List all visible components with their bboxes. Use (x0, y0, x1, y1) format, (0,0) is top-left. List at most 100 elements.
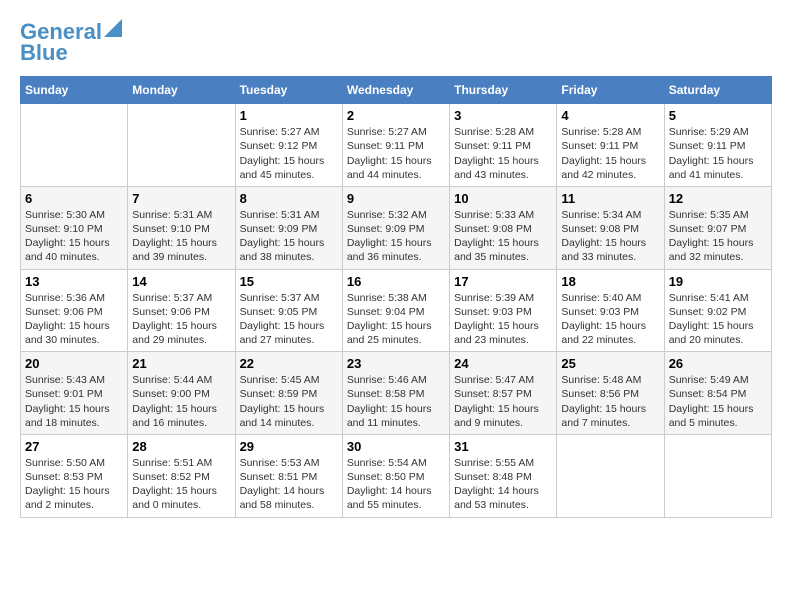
calendar-cell: 11 Sunrise: 5:34 AM Sunset: 9:08 PM Dayli… (557, 186, 664, 269)
calendar-cell: 25 Sunrise: 5:48 AM Sunset: 8:56 PM Dayli… (557, 352, 664, 435)
calendar-cell: 4 Sunrise: 5:28 AM Sunset: 9:11 PM Daylig… (557, 104, 664, 187)
calendar-week-1: 1 Sunrise: 5:27 AM Sunset: 9:12 PM Daylig… (21, 104, 772, 187)
calendar-cell: 16Sunrise: 5:38 AM Sunset: 9:04 PM Dayli… (342, 269, 449, 352)
calendar-cell: 19 Sunrise: 5:41 AM Sunset: 9:02 PM Dayli… (664, 269, 771, 352)
day-number: 18 (561, 274, 659, 289)
weekday-header-sunday: Sunday (21, 77, 128, 104)
calendar-cell: 30Sunrise: 5:54 AM Sunset: 8:50 PM Dayli… (342, 434, 449, 517)
day-info: Sunrise: 5:37 AM Sunset: 9:06 PM Dayligh… (132, 291, 230, 348)
day-number: 1 (240, 108, 338, 123)
day-info: Sunrise: 5:44 AM Sunset: 9:00 PM Dayligh… (132, 373, 230, 430)
day-number: 26 (669, 356, 767, 371)
calendar-cell: 6 Sunrise: 5:30 AM Sunset: 9:10 PM Daylig… (21, 186, 128, 269)
calendar-week-5: 27 Sunrise: 5:50 AM Sunset: 8:53 PM Dayli… (21, 434, 772, 517)
calendar-cell: 1 Sunrise: 5:27 AM Sunset: 9:12 PM Daylig… (235, 104, 342, 187)
day-number: 12 (669, 191, 767, 206)
day-info: Sunrise: 5:31 AM Sunset: 9:10 PM Dayligh… (132, 208, 230, 265)
calendar-week-3: 13 Sunrise: 5:36 AM Sunset: 9:06 PM Dayli… (21, 269, 772, 352)
day-info: Sunrise: 5:36 AM Sunset: 9:06 PM Dayligh… (25, 291, 123, 348)
day-number: 2 (347, 108, 445, 123)
calendar-body: 1 Sunrise: 5:27 AM Sunset: 9:12 PM Daylig… (21, 104, 772, 517)
day-number: 5 (669, 108, 767, 123)
day-info: Sunrise: 5:33 AM Sunset: 9:08 PM Dayligh… (454, 208, 552, 265)
day-number: 20 (25, 356, 123, 371)
weekday-header-thursday: Thursday (450, 77, 557, 104)
weekday-header-monday: Monday (128, 77, 235, 104)
day-number: 13 (25, 274, 123, 289)
weekday-header-friday: Friday (557, 77, 664, 104)
day-info: Sunrise: 5:31 AM Sunset: 9:09 PM Dayligh… (240, 208, 338, 265)
weekday-header-saturday: Saturday (664, 77, 771, 104)
calendar-table: SundayMondayTuesdayWednesdayThursdayFrid… (20, 76, 772, 517)
calendar-week-2: 6 Sunrise: 5:30 AM Sunset: 9:10 PM Daylig… (21, 186, 772, 269)
day-info: Sunrise: 5:32 AM Sunset: 9:09 PM Dayligh… (347, 208, 445, 265)
day-info: Sunrise: 5:41 AM Sunset: 9:02 PM Dayligh… (669, 291, 767, 348)
day-number: 21 (132, 356, 230, 371)
day-info: Sunrise: 5:40 AM Sunset: 9:03 PM Dayligh… (561, 291, 659, 348)
day-number: 15 (240, 274, 338, 289)
day-number: 4 (561, 108, 659, 123)
calendar-cell: 24Sunrise: 5:47 AM Sunset: 8:57 PM Dayli… (450, 352, 557, 435)
day-number: 25 (561, 356, 659, 371)
calendar-cell: 20 Sunrise: 5:43 AM Sunset: 9:01 PM Dayli… (21, 352, 128, 435)
day-number: 17 (454, 274, 552, 289)
day-number: 9 (347, 191, 445, 206)
day-info: Sunrise: 5:51 AM Sunset: 8:52 PM Dayligh… (132, 456, 230, 513)
day-number: 27 (25, 439, 123, 454)
logo-blue-text: Blue (20, 40, 68, 66)
logo-triangle-icon (104, 19, 122, 37)
day-info: Sunrise: 5:28 AM Sunset: 9:11 PM Dayligh… (454, 125, 552, 182)
calendar-cell (557, 434, 664, 517)
day-number: 24 (454, 356, 552, 371)
calendar-cell: 12 Sunrise: 5:35 AM Sunset: 9:07 PM Dayli… (664, 186, 771, 269)
day-number: 22 (240, 356, 338, 371)
day-info: Sunrise: 5:39 AM Sunset: 9:03 PM Dayligh… (454, 291, 552, 348)
day-info: Sunrise: 5:35 AM Sunset: 9:07 PM Dayligh… (669, 208, 767, 265)
calendar-cell (664, 434, 771, 517)
day-info: Sunrise: 5:50 AM Sunset: 8:53 PM Dayligh… (25, 456, 123, 513)
weekday-header-wednesday: Wednesday (342, 77, 449, 104)
day-info: Sunrise: 5:38 AM Sunset: 9:04 PM Dayligh… (347, 291, 445, 348)
day-number: 23 (347, 356, 445, 371)
calendar-cell: 15Sunrise: 5:37 AM Sunset: 9:05 PM Dayli… (235, 269, 342, 352)
day-info: Sunrise: 5:53 AM Sunset: 8:51 PM Dayligh… (240, 456, 338, 513)
calendar-cell: 13 Sunrise: 5:36 AM Sunset: 9:06 PM Dayli… (21, 269, 128, 352)
day-info: Sunrise: 5:27 AM Sunset: 9:12 PM Dayligh… (240, 125, 338, 182)
calendar-cell: 26Sunrise: 5:49 AM Sunset: 8:54 PM Dayli… (664, 352, 771, 435)
day-number: 3 (454, 108, 552, 123)
day-number: 29 (240, 439, 338, 454)
calendar-cell (128, 104, 235, 187)
day-info: Sunrise: 5:48 AM Sunset: 8:56 PM Dayligh… (561, 373, 659, 430)
calendar-cell: 29 Sunrise: 5:53 AM Sunset: 8:51 PM Dayli… (235, 434, 342, 517)
weekday-header-tuesday: Tuesday (235, 77, 342, 104)
calendar-cell: 10Sunrise: 5:33 AM Sunset: 9:08 PM Dayli… (450, 186, 557, 269)
calendar-cell: 7 Sunrise: 5:31 AM Sunset: 9:10 PM Daylig… (128, 186, 235, 269)
page-header: General Blue (20, 20, 772, 66)
day-info: Sunrise: 5:28 AM Sunset: 9:11 PM Dayligh… (561, 125, 659, 182)
day-number: 31 (454, 439, 552, 454)
day-number: 7 (132, 191, 230, 206)
calendar-cell: 28 Sunrise: 5:51 AM Sunset: 8:52 PM Dayli… (128, 434, 235, 517)
day-info: Sunrise: 5:29 AM Sunset: 9:11 PM Dayligh… (669, 125, 767, 182)
calendar-cell: 14Sunrise: 5:37 AM Sunset: 9:06 PM Dayli… (128, 269, 235, 352)
day-number: 30 (347, 439, 445, 454)
calendar-cell: 22 Sunrise: 5:45 AM Sunset: 8:59 PM Dayli… (235, 352, 342, 435)
day-number: 11 (561, 191, 659, 206)
calendar-cell (21, 104, 128, 187)
day-info: Sunrise: 5:43 AM Sunset: 9:01 PM Dayligh… (25, 373, 123, 430)
day-number: 6 (25, 191, 123, 206)
calendar-week-4: 20 Sunrise: 5:43 AM Sunset: 9:01 PM Dayli… (21, 352, 772, 435)
calendar-cell: 27 Sunrise: 5:50 AM Sunset: 8:53 PM Dayli… (21, 434, 128, 517)
day-number: 19 (669, 274, 767, 289)
day-number: 8 (240, 191, 338, 206)
day-info: Sunrise: 5:27 AM Sunset: 9:11 PM Dayligh… (347, 125, 445, 182)
day-info: Sunrise: 5:30 AM Sunset: 9:10 PM Dayligh… (25, 208, 123, 265)
day-info: Sunrise: 5:45 AM Sunset: 8:59 PM Dayligh… (240, 373, 338, 430)
calendar-cell: 23Sunrise: 5:46 AM Sunset: 8:58 PM Dayli… (342, 352, 449, 435)
day-info: Sunrise: 5:34 AM Sunset: 9:08 PM Dayligh… (561, 208, 659, 265)
calendar-cell: 21 Sunrise: 5:44 AM Sunset: 9:00 PM Dayli… (128, 352, 235, 435)
calendar-header-row: SundayMondayTuesdayWednesdayThursdayFrid… (21, 77, 772, 104)
day-number: 28 (132, 439, 230, 454)
calendar-cell: 31Sunrise: 5:55 AM Sunset: 8:48 PM Dayli… (450, 434, 557, 517)
calendar-cell: 2 Sunrise: 5:27 AM Sunset: 9:11 PM Daylig… (342, 104, 449, 187)
